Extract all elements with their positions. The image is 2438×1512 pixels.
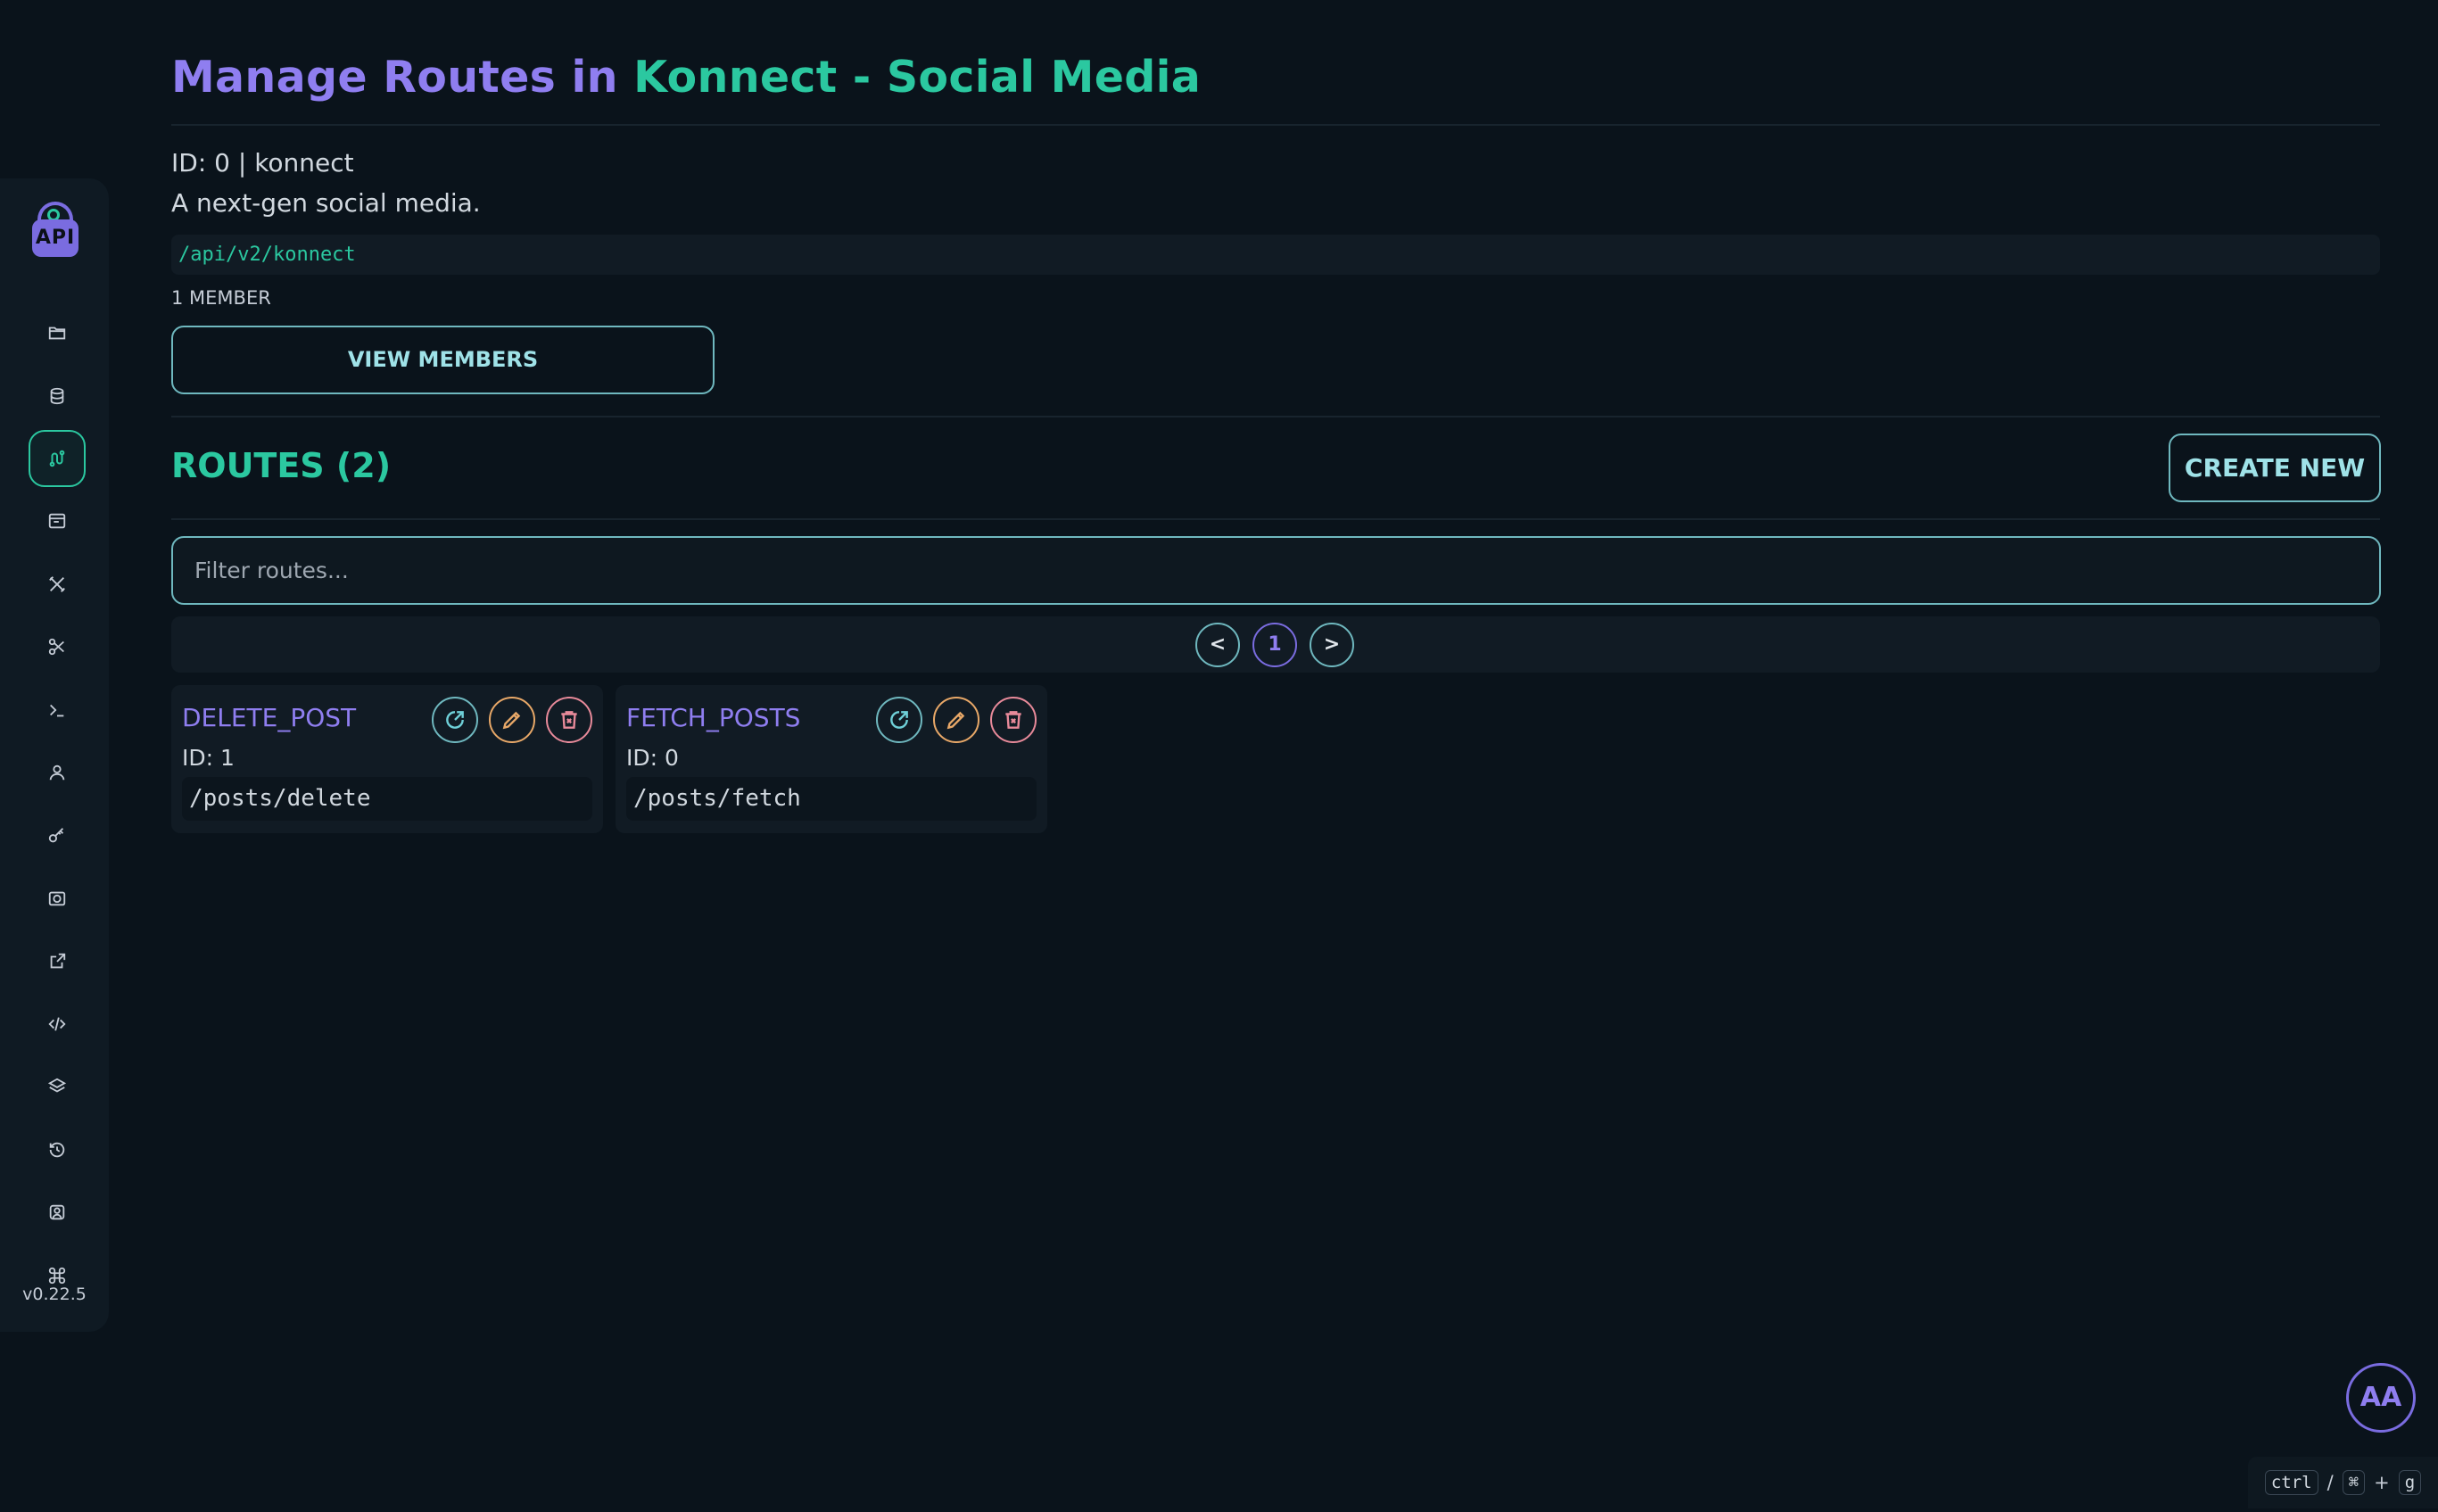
edit-route-button[interactable] [489,697,535,743]
member-count: 1 MEMBER [171,287,271,309]
sidebar-item-user[interactable] [29,744,86,801]
project-description: A next-gen social media. [171,188,481,218]
route-path: /posts/fetch [626,777,1037,821]
sidebar-item-code[interactable] [29,996,86,1053]
pencil-icon [946,711,965,730]
sidebar-item-user-search[interactable] [29,1184,86,1241]
create-new-button[interactable]: CREATE NEW [2169,434,2381,502]
pencil-icon [502,711,521,730]
shortcut-plus: + [2374,1472,2390,1493]
trash-icon [561,711,577,729]
page-number-button[interactable]: 1 [1252,623,1297,667]
app-version: v0.22.5 [22,1285,87,1304]
tools-icon [49,576,65,592]
divider [171,518,2380,520]
routes-heading: ROUTES (2) [171,446,392,485]
terminal-icon [50,704,64,717]
edit-route-button[interactable] [933,697,979,743]
route-path: /posts/delete [182,777,592,821]
sidebar: API v0.22.5 [0,178,109,1332]
layers-icon [47,1078,67,1093]
sidebar-item-scissors[interactable] [29,618,86,675]
view-members-button[interactable]: VIEW MEMBERS [171,326,715,394]
filter-routes-input[interactable] [171,536,2381,605]
trash-icon [1005,711,1021,729]
page-title: Manage Routes in Konnect - Social Media [171,52,1201,103]
sidebar-item-folder[interactable] [29,304,86,361]
sidebar-item-tools[interactable] [29,556,86,613]
project-id-line: ID: 0 | konnect [171,148,354,178]
route-card: DELETE_POST ID: 1 /posts/delete [171,685,603,833]
sidebar-item-browser[interactable] [29,492,86,549]
route-name[interactable]: DELETE_POST [182,703,356,732]
sidebar-item-layers[interactable] [29,1058,86,1115]
pagination: < 1 > [171,616,2380,673]
route-name[interactable]: FETCH_POSTS [626,703,800,732]
open-route-button[interactable] [876,697,922,743]
external-link-icon [50,953,66,969]
delete-route-button[interactable] [990,697,1037,743]
divider [171,124,2380,126]
divider [171,416,2380,417]
page-title-project: Konnect - Social Media [633,52,1202,103]
sidebar-item-terminal[interactable] [29,682,86,739]
project-base-path: /api/v2/konnect [171,235,2380,275]
camera-icon [48,891,66,906]
route-id: ID: 1 [182,745,235,771]
app-logo[interactable]: API [30,200,80,259]
key-icon [48,828,64,843]
database-icon [50,387,64,405]
delete-route-button[interactable] [546,697,592,743]
page-title-prefix: Manage Routes in [171,52,634,103]
sidebar-item-history[interactable] [29,1121,86,1178]
shortcut-key-cmd: ⌘ [2342,1470,2366,1495]
next-page-button[interactable]: > [1310,623,1354,667]
code-icon [48,1017,66,1031]
routes-icon [49,450,65,467]
user-avatar[interactable]: AA [2346,1363,2416,1433]
folder-icon [48,326,66,340]
shortcut-key-ctrl: ctrl [2264,1470,2318,1495]
history-icon [49,1142,65,1158]
open-external-icon [890,711,908,729]
route-card: FETCH_POSTS ID: 0 /posts/fetch [616,685,1047,833]
shortcut-separator: / [2326,1472,2334,1493]
open-external-icon [446,711,464,729]
scissors-icon [48,638,64,656]
command-icon [48,1267,66,1285]
user-search-icon [49,1204,65,1220]
shortcut-key-g: g [2398,1470,2422,1495]
browser-window-icon [48,513,66,529]
user-icon [49,764,65,781]
sidebar-item-database[interactable] [29,368,86,425]
logo-text: API [32,219,79,257]
route-id: ID: 0 [626,745,679,771]
sidebar-item-routes[interactable] [29,430,86,487]
prev-page-button[interactable]: < [1195,623,1240,667]
open-route-button[interactable] [432,697,478,743]
sidebar-item-external-link[interactable] [29,933,86,990]
keyboard-shortcut-hint: ctrl / ⌘ + g [2248,1457,2438,1508]
sidebar-item-key[interactable] [29,807,86,864]
sidebar-item-camera[interactable] [29,870,86,927]
